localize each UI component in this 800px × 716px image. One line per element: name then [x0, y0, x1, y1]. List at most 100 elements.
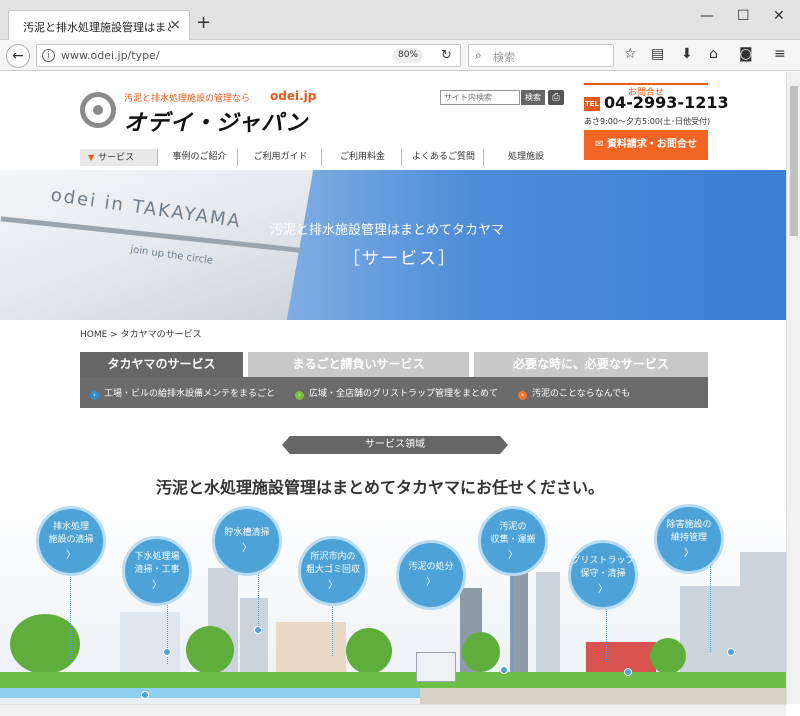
- chevron-right-icon: 〉: [598, 583, 608, 595]
- main-heading: 汚泥と水処理施設管理はまとめてタカヤマにお任せください。: [156, 478, 605, 497]
- chevron-right-icon: 〉: [508, 549, 518, 561]
- leader-line: [70, 572, 71, 662]
- chevron-right-icon: 〉: [66, 549, 76, 561]
- web-page: 汚泥と排水処理施設の管理なら odei.jp オデイ・ジャパン サイト内検索 検…: [0, 72, 786, 704]
- river: [0, 688, 420, 698]
- zoom-badge[interactable]: 80%: [393, 48, 423, 63]
- bubble-sewage-plant-cleaning[interactable]: 下水処理場 清掃・工事 〉: [122, 536, 192, 606]
- download-icon[interactable]: ⬇: [681, 46, 693, 62]
- sub-link-label: 広域・全店舗のグリストラップ管理をまとめて: [309, 389, 499, 399]
- vertical-scrollbar[interactable]: [786, 72, 800, 704]
- leader-line: [606, 602, 607, 662]
- bubble-line1: 下水処理場: [134, 551, 180, 562]
- sub-link-maintenance[interactable]: › 工場・ビルの給排水設備メンテをまるごと: [90, 386, 275, 400]
- bubble-grease-trap-maintenance[interactable]: グリストラップ 保守・清掃 〉: [568, 540, 638, 610]
- location-pin: [163, 648, 171, 656]
- global-nav: ▼ サービス 事例のご紹介 ご利用ガイド ご利用料金 よくあるご質問 処理施設: [80, 149, 570, 166]
- brand-logo-text[interactable]: オデイ・ジャパン: [124, 105, 308, 137]
- location-pin: [254, 626, 262, 634]
- print-icon[interactable]: ⎙: [548, 90, 564, 105]
- tab-full-contract-service[interactable]: まるごと請負いサービス: [248, 352, 469, 377]
- info-icon[interactable]: i: [42, 49, 55, 62]
- bubble-line1: グリストラップ: [571, 555, 635, 566]
- leader-line: [332, 602, 333, 656]
- hero-banner: odei in TAKAYAMA join up the circle 汚泥と排…: [0, 170, 786, 320]
- bookmark-star-icon[interactable]: ☆: [624, 46, 637, 62]
- bubble-line1: 排水処理: [52, 521, 89, 532]
- building: [740, 552, 786, 678]
- gnav-item-facility[interactable]: 処理施設: [486, 149, 566, 166]
- phone-number[interactable]: 04-2993-1213: [604, 93, 729, 112]
- location-pin: [500, 666, 508, 674]
- browser-search-input[interactable]: ⌕ 検索: [468, 44, 614, 67]
- sub-link-sludge[interactable]: › 汚泥のことならなんでも: [518, 386, 630, 400]
- back-button[interactable]: ←: [6, 44, 30, 68]
- horizontal-scrollbar[interactable]: [0, 704, 786, 716]
- url-text: www.odei.jp/type/: [61, 49, 160, 62]
- search-placeholder: 検索: [493, 51, 515, 64]
- sub-link-label: 汚泥のことならなんでも: [532, 389, 631, 399]
- recycle-logo-icon[interactable]: [80, 92, 116, 128]
- section-label: サービス領域: [282, 436, 508, 454]
- bubble-water-tank-cleaning[interactable]: 貯水槽清掃 〉: [212, 506, 282, 576]
- close-tab-icon[interactable]: ×: [169, 17, 181, 33]
- new-tab-icon[interactable]: +: [196, 14, 211, 32]
- gnav-item-service[interactable]: ▼ サービス: [80, 149, 158, 166]
- breadcrumb[interactable]: HOME > タカヤマのサービス: [80, 327, 202, 340]
- title-bar: 汚泥と排水処理施設管理はまとめてタカ × + — ☐ ✕: [0, 0, 800, 40]
- chevron-right-icon: 〉: [328, 579, 338, 591]
- nav-bar: ← i www.odei.jp/type/ 80% ↻ ⌕ 検索: [0, 40, 800, 71]
- site-search-button[interactable]: 検索: [521, 90, 545, 105]
- gnav-item-cases[interactable]: 事例のご紹介: [162, 149, 238, 166]
- minimize-icon[interactable]: —: [700, 8, 714, 24]
- tree: [186, 626, 234, 674]
- road: [420, 688, 786, 704]
- bubble-line2: 清掃・工事: [134, 564, 180, 575]
- menu-icon[interactable]: ≡: [774, 46, 786, 62]
- location-pin: [727, 648, 735, 656]
- vacuum-truck: [416, 652, 456, 682]
- gnav-item-guide[interactable]: ご利用ガイド: [240, 149, 322, 166]
- bubble-line2: 収集・運搬: [490, 534, 536, 545]
- gnav-item-faq[interactable]: よくあるご質問: [404, 149, 484, 166]
- sub-link-label: 工場・ビルの給排水設備メンテをまるごと: [104, 389, 276, 399]
- bubble-abatement-facility-maintenance[interactable]: 除害施設の 維持管理 〉: [654, 504, 724, 574]
- scrollbar-thumb[interactable]: [790, 86, 798, 236]
- bubble-sludge-collection-transport[interactable]: 汚泥の 収集・運搬 〉: [478, 506, 548, 576]
- bubble-bulky-waste-collection[interactable]: 所沢市内の 粗大ゴミ回収 〉: [298, 536, 368, 606]
- sub-link-bar: › 工場・ビルの給排水設備メンテをまるごと › 広域・全店舗のグリストラップ管理をま…: [80, 377, 708, 408]
- tree: [650, 638, 686, 674]
- reading-list-icon[interactable]: ▤: [651, 46, 664, 62]
- browser-tab[interactable]: 汚泥と排水処理施設管理はまとめてタカ ×: [8, 10, 190, 40]
- tel-badge: TEL: [584, 97, 600, 111]
- tab-on-demand-service[interactable]: 必要な時に、必要なサービス: [474, 352, 708, 377]
- leader-line: [710, 562, 711, 652]
- triangle-down-icon: ▼: [88, 153, 95, 162]
- chevron-right-icon: 〉: [426, 577, 436, 588]
- bubble-line2: 維持管理: [670, 532, 707, 543]
- url-bar[interactable]: i www.odei.jp/type/ 80% ↻: [36, 44, 461, 67]
- bubble-line2: 粗大ゴミ回収: [305, 564, 360, 575]
- location-pin: [624, 668, 632, 676]
- home-icon[interactable]: ⌂: [709, 46, 718, 62]
- tab-takayama-service[interactable]: タカヤマのサービス: [80, 352, 243, 377]
- bubble-sludge-disposal[interactable]: 汚泥の処分 〉: [396, 540, 466, 610]
- hero-subtitle: 汚泥と排水施設管理はまとめてタカヤマ: [270, 223, 505, 238]
- site-search-input[interactable]: サイト内検索: [440, 90, 520, 105]
- sub-link-grease-trap[interactable]: › 広域・全店舗のグリストラップ管理をまとめて: [295, 386, 498, 400]
- pocket-icon[interactable]: ◙: [739, 46, 753, 62]
- close-window-icon[interactable]: ✕: [773, 8, 785, 24]
- reload-icon[interactable]: ↻: [441, 48, 452, 63]
- contact-request-button[interactable]: ✉ 資料請求・お問合せ: [584, 130, 708, 160]
- gnav-item-price[interactable]: ご利用料金: [324, 149, 402, 166]
- mail-icon: ✉: [595, 139, 607, 150]
- business-hours: あさ9:00〜夕方5:00(土･日他受付): [584, 117, 711, 126]
- cta-label: 資料請求・お問合せ: [606, 139, 697, 150]
- bubble-line1: 所沢市内の: [310, 551, 356, 562]
- maximize-icon[interactable]: ☐: [737, 8, 750, 24]
- houses: [276, 622, 346, 678]
- bubble-wastewater-facility-cleaning[interactable]: 排水処理 施設の清掃 〉: [36, 506, 106, 576]
- chevron-right-icon: ›: [518, 391, 527, 400]
- hero-title: ［サービス］: [343, 249, 457, 269]
- header-tagline: 汚泥と排水処理施設の管理なら: [124, 94, 251, 104]
